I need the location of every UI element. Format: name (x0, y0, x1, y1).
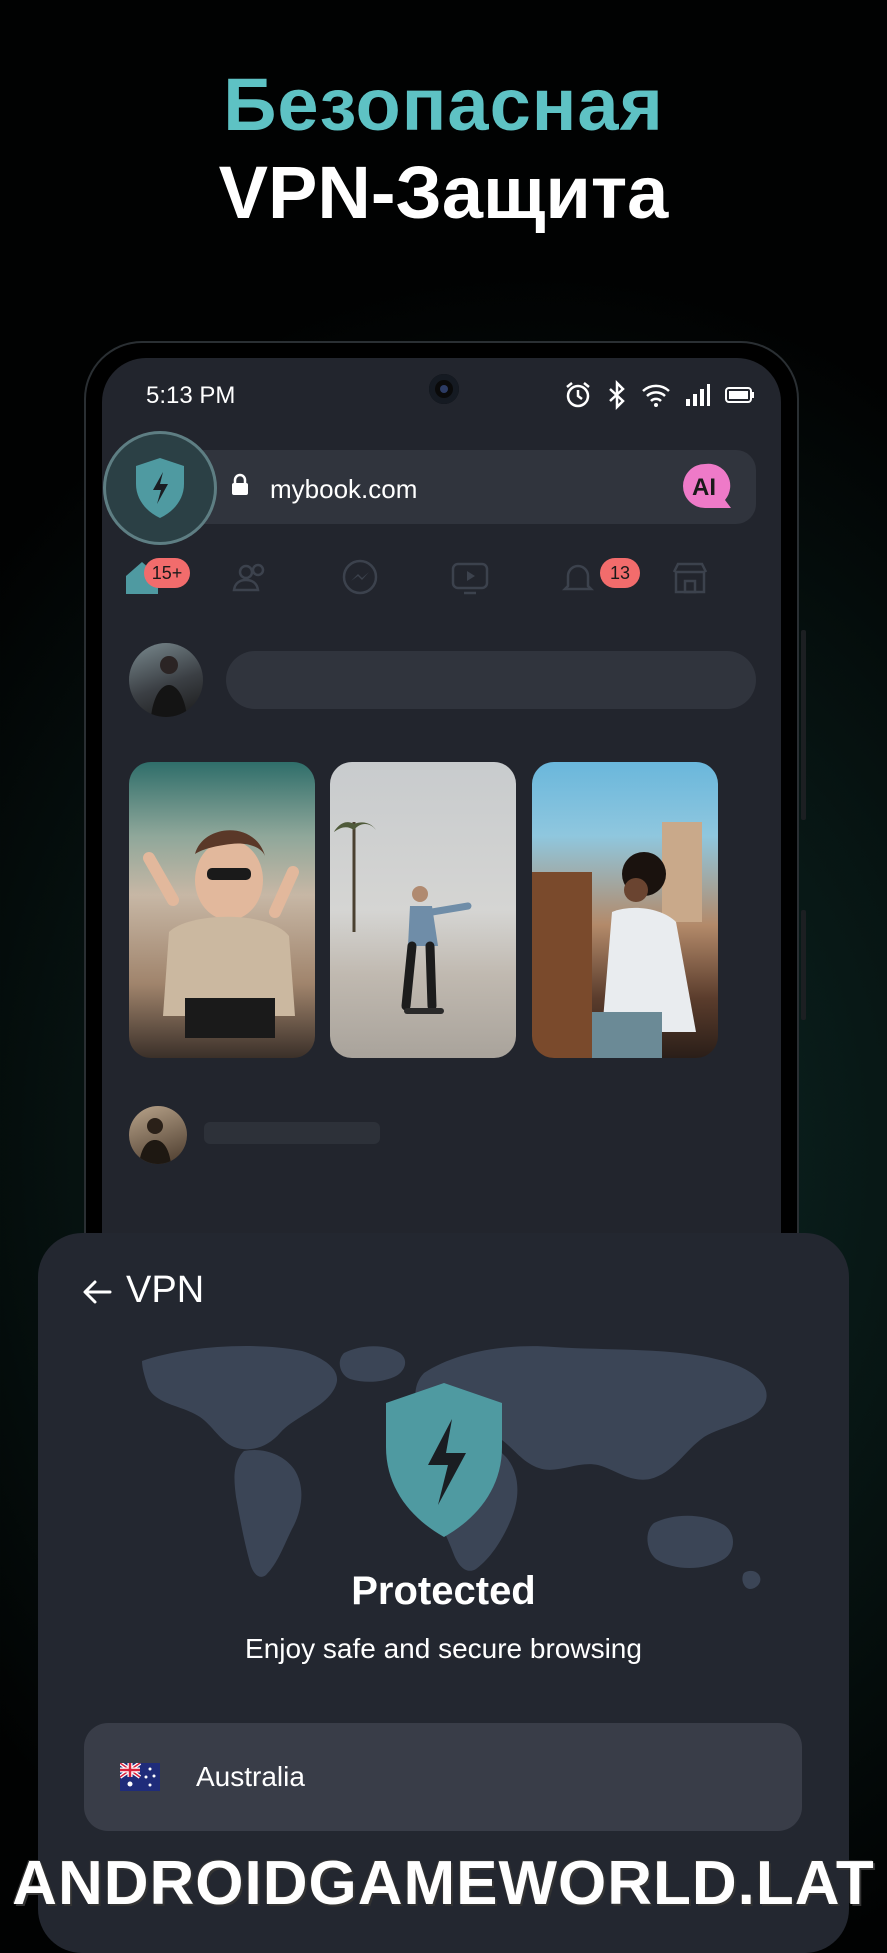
vpn-panel: VPN Protected Enjoy safe and secure brow… (38, 1233, 849, 1953)
vpn-panel-title: VPN (126, 1269, 205, 1311)
bluetooth-icon (609, 380, 625, 410)
status-time: 5:13 PM (146, 382, 236, 409)
protected-shield-icon (386, 1383, 502, 1537)
country-name: Australia (196, 1761, 305, 1792)
post-author-avatar[interactable] (129, 1106, 187, 1164)
marketplace-icon (672, 562, 708, 594)
vpn-tagline: Enjoy safe and secure browsing (245, 1633, 642, 1664)
ai-label: AI (692, 474, 716, 501)
back-arrow-icon[interactable] (80, 1275, 114, 1309)
story-photo (334, 822, 472, 1014)
nav-friends[interactable] (228, 556, 272, 605)
story-photo (532, 822, 702, 1058)
lock-icon (232, 473, 248, 495)
app-nav-bar: 15+ 13 (102, 546, 781, 616)
messenger-icon (342, 559, 378, 595)
person-silhouette (139, 1118, 171, 1164)
person-silhouette (151, 656, 187, 717)
story-card[interactable] (532, 762, 718, 1058)
nav-home-badge: 15+ (144, 558, 190, 588)
phone-side-button (801, 630, 806, 820)
watermark-text: ANDROIDGAMEWORLD.LAT (12, 1849, 875, 1918)
vpn-status: Protected (351, 1569, 536, 1613)
post-composer-input[interactable] (226, 651, 756, 709)
bell-icon (561, 564, 595, 591)
front-camera (429, 374, 459, 404)
alarm-icon (566, 382, 590, 408)
address-bar[interactable] (172, 450, 756, 524)
vpn-toggle-button[interactable] (106, 434, 214, 542)
video-icon (451, 562, 489, 595)
nav-notifications[interactable] (556, 556, 600, 605)
status-icons (563, 380, 755, 410)
australia-flag-icon (120, 1763, 160, 1791)
nav-notifications-badge: 13 (600, 558, 640, 588)
country-selector[interactable]: Australia (84, 1723, 802, 1831)
headline-line-2: VPN-Защита (218, 151, 669, 234)
battery-icon (725, 387, 754, 403)
story-card[interactable] (129, 762, 315, 1058)
nav-messenger[interactable] (338, 556, 382, 605)
post-author-placeholder (204, 1122, 380, 1144)
nav-video[interactable] (448, 556, 492, 605)
friends-icon (232, 563, 265, 592)
user-avatar[interactable] (129, 643, 203, 717)
signal-icon (686, 384, 710, 406)
wifi-icon (642, 384, 670, 407)
vpn-shield-icon (136, 458, 184, 518)
story-card[interactable] (330, 762, 516, 1058)
story-photo (143, 830, 299, 1038)
nav-marketplace[interactable] (668, 556, 712, 605)
phone-screen: 5:13 PM mybook.com AI 15+ 13 (102, 358, 781, 1338)
url-text[interactable]: mybook.com (270, 474, 417, 505)
phone-side-button (801, 910, 806, 1020)
headline-line-1: Безопасная (223, 63, 664, 146)
